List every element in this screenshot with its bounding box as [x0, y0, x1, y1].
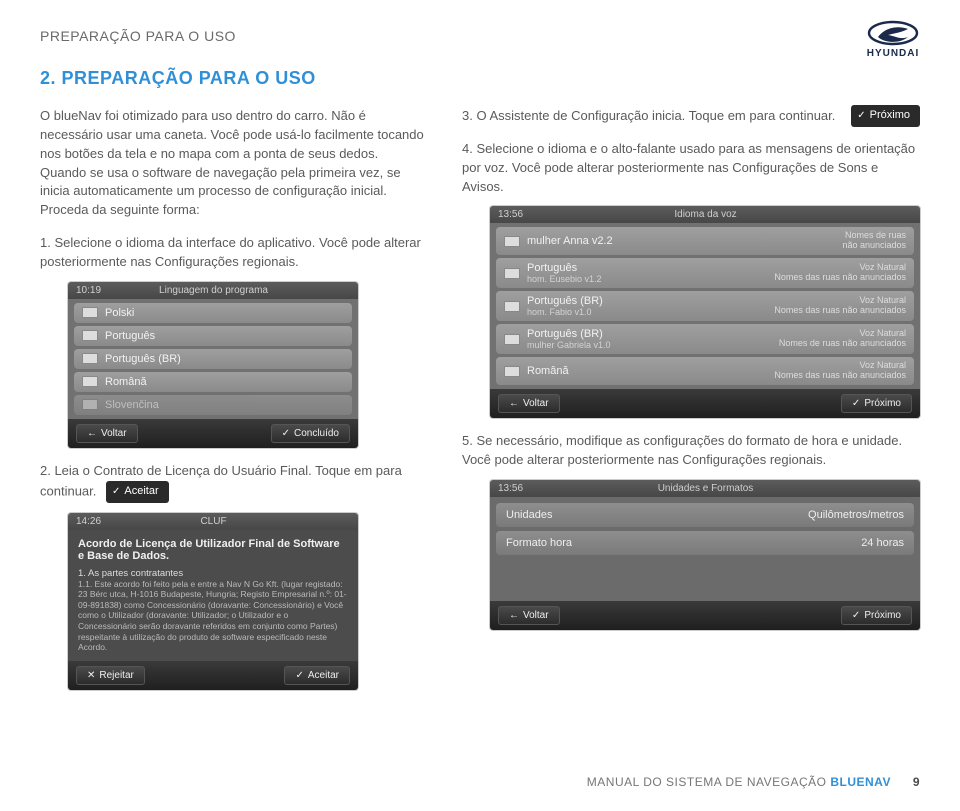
voice-option[interactable]: RomânăVoz NaturalNomes das ruas não anun… [496, 357, 914, 385]
units-row[interactable]: UnidadesQuilômetros/metros [496, 503, 914, 527]
running-head: PREPARAÇÃO PARA O USO [40, 28, 920, 44]
screenshot-eula: 14:26 CLUF Acordo de Licença de Utilizad… [68, 513, 358, 690]
step-5-text: 5. Se necessário, modifique as configura… [462, 432, 920, 470]
device2-title: CLUF [200, 516, 226, 527]
eula-lead: 1. As partes contratantes [78, 568, 348, 579]
device3-back-button[interactable]: Voltar [498, 394, 560, 413]
time-format-row[interactable]: Formato hora24 horas [496, 531, 914, 555]
screenshot-voice: 13:56 Idioma da voz mulher Anna v2.2Nome… [490, 206, 920, 418]
accept-inline-button[interactable]: Aceitar [106, 481, 169, 503]
device3-title: Idioma da voz [674, 209, 736, 220]
lang-option[interactable]: Português [74, 326, 352, 346]
screenshot-units: 13:56 Unidades e Formatos UnidadesQuilôm… [490, 480, 920, 630]
device4-title: Unidades e Formatos [658, 483, 754, 494]
intro-paragraph: O blueNav foi otimizado para uso dentro … [40, 107, 428, 220]
device1-time: 10:19 [76, 285, 101, 296]
device1-done-button[interactable]: Concluído [271, 424, 350, 443]
device4-time: 13:56 [498, 483, 523, 494]
brand-name: HYUNDAI [867, 48, 920, 59]
device3-time: 13:56 [498, 209, 523, 220]
device1-title: Linguagem do programa [159, 285, 268, 296]
device1-back-button[interactable]: Voltar [76, 424, 138, 443]
lang-option[interactable]: Polski [74, 303, 352, 323]
voice-option[interactable]: Portuguêshom. Eusebio v1.2Voz NaturalNom… [496, 258, 914, 288]
page-footer: MANUAL DO SISTEMA DE NAVEGAÇÃO BLUENAV 9 [587, 775, 920, 789]
eula-heading: Acordo de Licença de Utilizador Final de… [78, 538, 348, 562]
step-3-text: 3. O Assistente de Configuração inicia. … [462, 107, 920, 126]
voice-option[interactable]: mulher Anna v2.2Nomes de ruasnão anuncia… [496, 227, 914, 255]
lang-option[interactable]: Português (BR) [74, 349, 352, 369]
voice-option[interactable]: Português (BR)hom. Fabio v1.0Voz Natural… [496, 291, 914, 321]
device4-back-button[interactable]: Voltar [498, 606, 560, 625]
section-title: 2. PREPARAÇÃO PARA O USO [40, 68, 920, 89]
next-inline-button[interactable]: Próximo [851, 105, 920, 127]
step-2-text: 2. Leia o Contrato de Licença do Usuário… [40, 462, 428, 503]
lang-option[interactable]: Slovenčina [74, 395, 352, 415]
eula-body: 1.1. Este acordo foi feito pela e entre … [78, 579, 348, 653]
page-number: 9 [913, 775, 920, 789]
step-1-text: 1. Selecione o idioma da interface do ap… [40, 234, 428, 272]
lang-option[interactable]: Română [74, 372, 352, 392]
step-4-text: 4. Selecione o idioma e o alto-falante u… [462, 140, 920, 197]
device4-next-button[interactable]: Próximo [841, 606, 912, 625]
device2-reject-button[interactable]: Rejeitar [76, 666, 145, 685]
device3-next-button[interactable]: Próximo [841, 394, 912, 413]
voice-option[interactable]: Português (BR)mulher Gabriela v1.0Voz Na… [496, 324, 914, 354]
hyundai-logo: HYUNDAI [866, 20, 920, 59]
device2-accept-button[interactable]: Aceitar [284, 666, 350, 685]
device2-time: 14:26 [76, 516, 101, 527]
screenshot-language: 10:19 Linguagem do programa Polski Portu… [68, 282, 358, 448]
